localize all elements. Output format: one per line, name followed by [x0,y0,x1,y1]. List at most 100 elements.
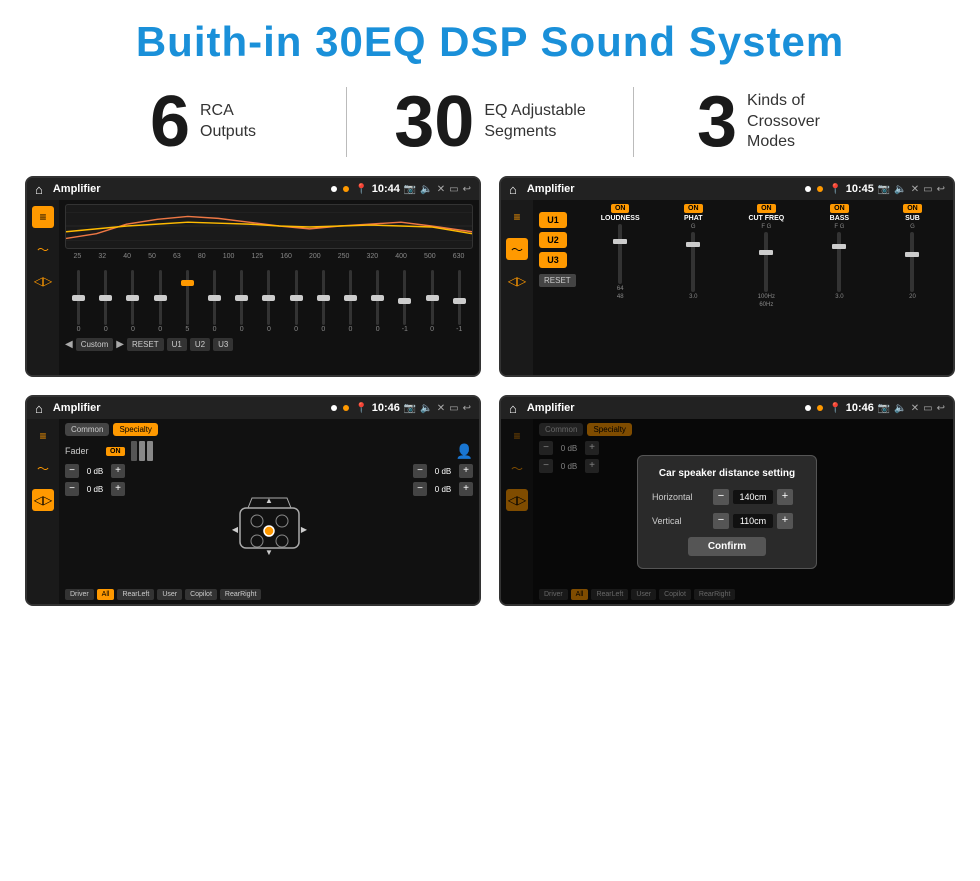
sub-slider[interactable] [910,232,914,292]
all-btn[interactable]: All [97,589,115,600]
eq-slider-12[interactable]: -1 [397,270,413,333]
eq-reset-btn[interactable]: RESET [127,338,164,351]
eq-label-8: 160 [280,253,292,260]
home-icon-2[interactable]: ⌂ [509,182,517,197]
db-plus-right-2[interactable]: + [459,482,473,496]
eq-slider-4[interactable]: 5 [179,270,195,333]
eq-slider-14[interactable]: -1 [451,270,467,333]
eq-play-arrow[interactable]: ▶ [116,339,124,350]
back-icon-2[interactable]: ↩ [937,184,945,195]
camera-icon-4: 📷 [878,403,890,414]
db-minus-left-1[interactable]: − [65,464,79,478]
user-btn[interactable]: User [157,589,182,600]
time-1: 10:44 [372,183,400,195]
eq-slider-6[interactable]: 0 [234,270,250,333]
time-3: 10:46 [372,402,400,414]
eq-slider-5[interactable]: 0 [207,270,223,333]
u2-button[interactable]: U2 [539,232,567,248]
db-row-left-1: − 0 dB + [65,464,125,478]
fader-on-toggle[interactable]: ON [106,447,125,456]
fader-row: Fader ON 👤 [65,441,473,461]
status-icons-3: 📍 10:46 📷 🔈 ✕ ▭ ↩ [355,402,471,414]
fader-bar-3 [147,441,153,461]
horizontal-minus-btn[interactable]: − [713,489,729,505]
copilot-btn[interactable]: Copilot [185,589,217,600]
db-minus-right-1[interactable]: − [413,464,427,478]
eq-slider-13[interactable]: 0 [424,270,440,333]
eq-custom-btn[interactable]: Custom [76,338,114,351]
screen-content-4: ≡ 〜 ◁▷ Common Specialty − 0 dB + [501,419,953,604]
stat-label-crossover: Kinds ofCrossover Modes [747,91,857,153]
loudness-value: 64 [617,286,624,292]
confirm-button[interactable]: Confirm [688,537,766,556]
screen-eq: ⌂ Amplifier 📍 10:44 📷 🔈 ✕ ▭ ↩ ≡ 〜 ◁▷ [25,176,481,377]
db-minus-left-2[interactable]: − [65,482,79,496]
db-plus-left-1[interactable]: + [111,464,125,478]
phat-slider[interactable] [691,232,695,292]
back-icon-3[interactable]: ↩ [463,403,471,414]
eq-u3-btn[interactable]: U3 [213,338,233,351]
crossover-reset-btn[interactable]: RESET [539,274,576,287]
rearleft-btn[interactable]: RearLeft [117,589,154,600]
back-icon-1[interactable]: ↩ [463,184,471,195]
stat-number-crossover: 3 [697,86,737,158]
eq-slider-10[interactable]: 0 [342,270,358,333]
vertical-minus-btn[interactable]: − [713,513,729,529]
loudness-slider[interactable] [618,224,622,284]
driver-btn[interactable]: Driver [65,589,94,600]
u1-button[interactable]: U1 [539,212,567,228]
u3-button[interactable]: U3 [539,252,567,268]
volume-icon-3: 🔈 [420,403,432,414]
sidebar-wave-icon-2[interactable]: 〜 [506,238,528,260]
dialog-vertical-row: Vertical − 110cm + [652,513,802,529]
eq-slider-2[interactable]: 0 [125,270,141,333]
db-plus-left-2[interactable]: + [111,482,125,496]
sidebar-eq-icon-2[interactable]: ≡ [506,206,528,228]
home-icon-3[interactable]: ⌂ [35,401,43,416]
horizontal-value: 140cm [733,490,773,504]
horizontal-plus-btn[interactable]: + [777,489,793,505]
bass-slider[interactable] [837,232,841,292]
sidebar-eq-icon-3[interactable]: ≡ [32,425,54,447]
db-plus-right-1[interactable]: + [459,464,473,478]
cutfreq-slider[interactable] [764,232,768,292]
db-minus-right-2[interactable]: − [413,482,427,496]
eq-slider-8[interactable]: 0 [288,270,304,333]
close-icon-3: ✕ [437,403,445,414]
sidebar-wave-icon[interactable]: 〜 [32,238,54,260]
window-icon-1: ▭ [449,184,458,195]
vertical-value-row: − 110cm + [713,513,793,529]
sidebar-eq-icon[interactable]: ≡ [32,206,54,228]
cutfreq-label: CUT FREQ [748,215,784,222]
phat-col: ON PHAT G 3.0 [659,204,728,371]
eq-label-0: 25 [74,253,82,260]
sidebar-speaker-icon[interactable]: ◁▷ [32,270,54,292]
db-control-left: − 0 dB + − 0 dB + [65,464,125,586]
tab-specialty[interactable]: Specialty [113,423,157,436]
vertical-plus-btn[interactable]: + [777,513,793,529]
back-icon-4[interactable]: ↩ [937,403,945,414]
sidebar-speaker-icon-3[interactable]: ◁▷ [32,489,54,511]
eq-slider-9[interactable]: 0 [315,270,331,333]
rearright-btn[interactable]: RearRight [220,589,262,600]
home-icon-1[interactable]: ⌂ [35,182,43,197]
sidebar-wave-icon-3[interactable]: 〜 [32,457,54,479]
eq-slider-0[interactable]: 0 [71,270,87,333]
fader-main-controls: − 0 dB + − 0 dB + [65,464,473,586]
eq-slider-7[interactable]: 0 [261,270,277,333]
location-icon-1: 📍 [355,184,367,195]
home-icon-4[interactable]: ⌂ [509,401,517,416]
fader-area: Common Specialty Fader ON 👤 [59,419,479,604]
eq-prev-arrow[interactable]: ◀ [65,339,73,350]
eq-u2-btn[interactable]: U2 [190,338,210,351]
svg-text:▼: ▼ [265,548,273,557]
eq-slider-11[interactable]: 0 [370,270,386,333]
eq-slider-3[interactable]: 0 [152,270,168,333]
sub-on-badge: ON [903,204,922,213]
volume-icon-1: 🔈 [420,184,432,195]
eq-label-4: 63 [173,253,181,260]
tab-common[interactable]: Common [65,423,109,436]
eq-slider-1[interactable]: 0 [98,270,114,333]
sidebar-speaker-icon-2[interactable]: ◁▷ [506,270,528,292]
eq-u1-btn[interactable]: U1 [167,338,187,351]
